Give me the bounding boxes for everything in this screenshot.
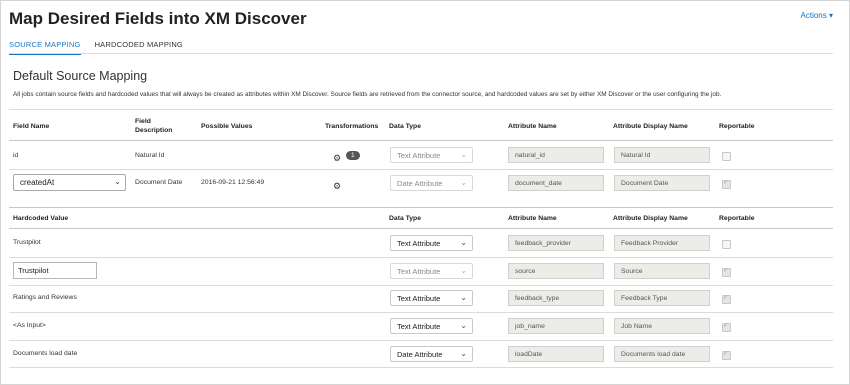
header-reportable: Reportable	[719, 215, 755, 222]
field-description: Document Date	[135, 179, 183, 186]
reportable-checkbox[interactable]	[722, 294, 731, 304]
chevron-down-icon: ⌄	[114, 177, 121, 186]
attribute-display-name-field: Job Name	[614, 318, 710, 334]
reportable-checkbox[interactable]	[722, 267, 731, 277]
actions-menu-button[interactable]: Actions ▾	[801, 11, 833, 20]
attribute-display-name-field: Source	[614, 263, 710, 279]
mapping-panel: Map Desired Fields into XM Discover Acti…	[0, 0, 850, 385]
data-type-select[interactable]: Text Attribute ⌄	[390, 263, 473, 279]
data-type-select[interactable]: Date Attribute ⌄	[390, 175, 473, 191]
section-description: All jobs contain source fields and hardc…	[13, 91, 722, 98]
chevron-down-icon: ⌄	[460, 238, 467, 247]
chevron-down-icon: ⌄	[460, 321, 467, 330]
section-title: Default Source Mapping	[13, 69, 148, 83]
data-type-select[interactable]: Text Attribute ⌄	[390, 235, 473, 251]
page-title: Map Desired Fields into XM Discover	[9, 9, 307, 28]
hardcoded-value: <As Input>	[13, 322, 46, 329]
chevron-down-icon: ⌄	[460, 150, 467, 159]
header-possible-values: Possible Values	[201, 123, 253, 130]
attribute-name-field: feedback_type	[508, 290, 604, 306]
chevron-down-icon: ⌄	[460, 266, 467, 275]
attribute-display-name-field: Feedback Provider	[614, 235, 710, 251]
attribute-name-field: source	[508, 263, 604, 279]
gear-icon[interactable]: ⚙	[333, 181, 341, 192]
chevron-down-icon: ⌄	[460, 178, 467, 187]
data-type-select[interactable]: Text Attribute ⌄	[390, 290, 473, 306]
hardcoded-value: Ratings and Reviews	[13, 294, 77, 301]
header-attribute-display-name: Attribute Display Name	[613, 123, 688, 130]
header-field-name: Field Name	[13, 123, 50, 130]
header-attribute-name: Attribute Name	[508, 215, 557, 222]
hardcoded-value: Documents load date	[13, 350, 78, 357]
table-top-divider	[9, 109, 833, 110]
header-data-type: Data Type	[389, 215, 421, 222]
data-type-select[interactable]: Date Attribute ⌄	[390, 346, 473, 362]
reportable-checkbox[interactable]	[722, 179, 731, 189]
attribute-display-name-field: Natural Id	[614, 147, 710, 163]
attribute-name-field: job_name	[508, 318, 604, 334]
header-reportable: Reportable	[719, 123, 755, 130]
chevron-down-icon: ⌄	[460, 293, 467, 302]
header-field-description: Field Description	[135, 118, 173, 134]
attribute-name-field: document_date	[508, 175, 604, 191]
hardcoded-value: Trustpilot	[13, 239, 41, 246]
tabs-divider	[9, 53, 833, 54]
reportable-checkbox[interactable]	[722, 240, 731, 249]
field-name-label: id	[13, 152, 19, 159]
header-hardcoded-value: Hardcoded Value	[13, 215, 69, 222]
attribute-name-field: loadDate	[508, 346, 604, 362]
reportable-checkbox[interactable]	[722, 350, 731, 360]
header-attribute-display-name: Attribute Display Name	[613, 215, 688, 222]
reportable-checkbox[interactable]	[722, 152, 731, 161]
chevron-down-icon: ⌄	[460, 349, 467, 358]
data-type-select[interactable]: Text Attribute ⌄	[390, 318, 473, 334]
field-description: Natural Id	[135, 152, 165, 159]
data-type-select[interactable]: Text Attribute ⌄	[390, 147, 473, 163]
attribute-name-field: natural_id	[508, 147, 604, 163]
attribute-display-name-field: Documents load date	[614, 346, 710, 362]
header-attribute-name: Attribute Name	[508, 123, 557, 130]
possible-value: 2016-09-21 12:56:49	[201, 179, 265, 186]
hardcoded-value-input[interactable]	[13, 262, 97, 279]
field-name-select[interactable]: createdAt ⌄	[13, 174, 126, 191]
reportable-checkbox[interactable]	[722, 322, 731, 332]
header-data-type: Data Type	[389, 123, 421, 130]
attribute-display-name-field: Feedback Type	[614, 290, 710, 306]
attribute-display-name-field: Document Date	[614, 175, 710, 191]
attribute-name-field: feedback_provider	[508, 235, 604, 251]
header-transformations: Transformations	[325, 123, 379, 130]
transformation-count-badge: 1	[346, 151, 360, 160]
gear-icon[interactable]: ⚙	[333, 153, 341, 164]
